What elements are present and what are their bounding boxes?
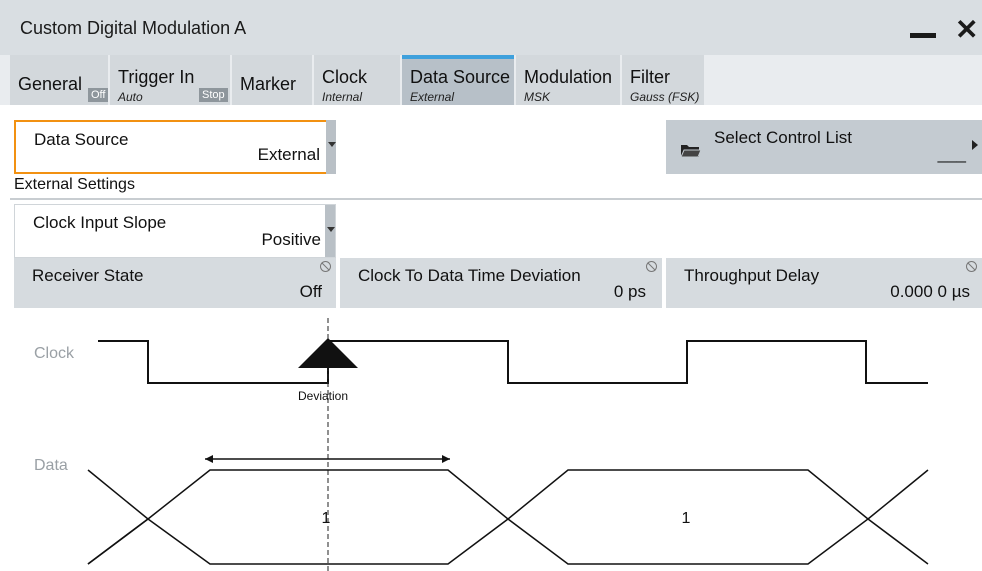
data-source-value: External [257,145,320,164]
tab-label: Filter [630,67,670,87]
tab-modulation[interactable]: Modulation MSK [516,55,620,105]
data-bit-label: 1 [322,510,331,527]
receiver-state-label: Receiver State [32,266,144,285]
throughput-delay-field: Throughput Delay 0.000 0 µs [666,258,982,308]
arrow-right-icon [442,455,450,463]
data-source-dropdown[interactable]: Data Source External [14,120,336,174]
lock-icon [966,261,977,272]
tab-sublabel: MSK [524,90,551,104]
tab-filter[interactable]: Filter Gauss (FSK) [622,55,704,105]
minimize-icon[interactable] [910,22,936,38]
tab-label: General [18,74,83,94]
tab-data-source[interactable]: Data Source External [402,55,514,105]
chevron-down-icon [325,205,335,257]
select-control-list-button[interactable]: Select Control List ___ [666,120,982,174]
select-control-list-value: ___ [937,144,966,163]
data-source-label: Data Source [34,130,129,149]
tab-label: Marker [240,74,297,94]
select-control-list-label: Select Control List [714,128,852,147]
folder-icon [680,145,702,158]
data-bit-label: 1 [682,510,691,527]
chevron-right-icon [972,140,978,150]
tab-label: Trigger In [118,67,195,87]
lock-icon [320,261,331,272]
clock-label: Clock [34,345,75,362]
clock-input-slope-label: Clock Input Slope [33,213,167,232]
data-label: Data [34,457,68,474]
arrow-left-icon [205,455,213,463]
status-badge: Stop [199,88,228,102]
receiver-state-field: Receiver State Off [14,258,336,308]
tab-label: Data Source [410,67,511,87]
tab-sublabel: Internal [322,90,363,104]
timing-diagram: Clock Data Deviation 1 1 [34,318,929,571]
tab-sublabel: External [410,90,455,104]
receiver-state-value: Off [299,282,322,301]
throughput-delay-value: 0.000 0 µs [890,282,970,301]
tab-trigger-in[interactable]: Trigger In Auto Stop [110,55,230,105]
clock-to-data-label: Clock To Data Time Deviation [358,266,581,285]
close-icon[interactable]: ✕ [955,10,978,50]
clock-waveform [98,340,928,384]
clock-to-data-value: 0 ps [613,282,646,301]
lock-icon [646,261,657,272]
tab-sublabel: Gauss (FSK) [630,90,700,104]
clock-to-data-time-deviation-field: Clock To Data Time Deviation 0 ps [340,258,662,308]
tab-general[interactable]: General Off [10,55,109,105]
section-title: External Settings [14,176,135,193]
tab-sublabel: Auto [118,90,143,104]
clock-input-slope-value: Positive [261,230,321,249]
status-badge: Off [88,88,109,102]
title-bar: Custom Digital Modulation A ✕ [0,0,982,55]
tab-clock[interactable]: Clock Internal [314,55,400,105]
deviation-marker-icon [298,338,358,368]
tab-bar: General Off Trigger In Auto Stop Marker … [0,55,982,105]
chevron-down-icon [326,120,336,174]
tab-label: Clock [322,67,368,87]
divider [10,198,982,200]
clock-input-slope-dropdown[interactable]: Clock Input Slope Positive [14,204,336,258]
throughput-delay-label: Throughput Delay [684,266,820,285]
data-waveform [87,469,929,565]
tab-label: Modulation [524,67,613,87]
window-title: Custom Digital Modulation A [20,18,247,38]
deviation-label: Deviation [298,389,348,403]
tab-marker[interactable]: Marker [232,55,312,105]
